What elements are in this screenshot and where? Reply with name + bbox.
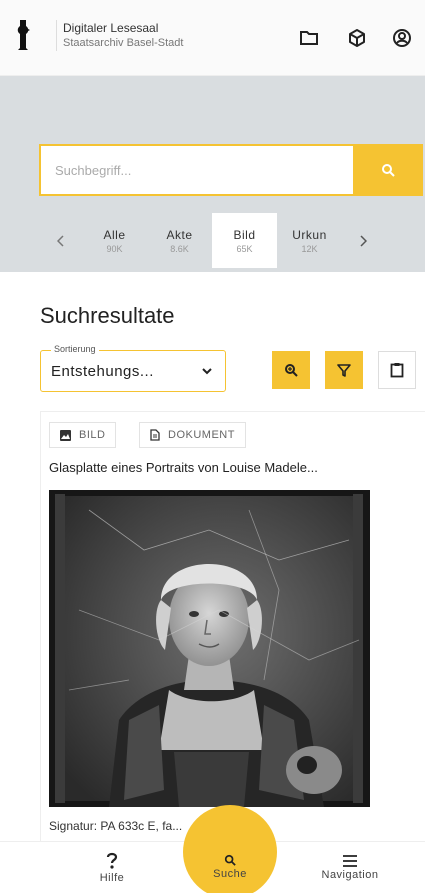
zoom-in-icon <box>285 364 298 377</box>
nav-navigation[interactable]: Navigation <box>300 842 400 893</box>
tab-label: Bild <box>233 227 256 242</box>
portrait-image[interactable] <box>49 490 370 807</box>
tab-count: 8.6K <box>170 243 189 254</box>
filter-icon <box>337 364 351 377</box>
tab-bild[interactable]: Bild 65K <box>212 213 277 268</box>
tab-alle[interactable]: Alle 90K <box>82 213 147 268</box>
search-icon <box>224 854 236 866</box>
tab-label: Urkun <box>292 227 327 242</box>
chevron-right-icon <box>360 234 367 247</box>
zoom-search-button[interactable] <box>272 351 310 389</box>
document-icon <box>150 429 160 441</box>
brand[interactable]: Digitaler Lesesaal Staatsarchiv Basel-St… <box>14 18 183 52</box>
basel-logo-icon <box>17 20 30 50</box>
tabs-next-button[interactable] <box>342 213 384 268</box>
chevron-left-icon <box>57 234 64 247</box>
sort-label: Sortierung <box>51 344 99 354</box>
search-bar <box>39 144 423 196</box>
sort-value: Entstehungs... <box>51 363 154 380</box>
tab-count: 65K <box>236 243 253 254</box>
menu-icon <box>343 855 357 867</box>
results-title: Suchresultate <box>40 303 175 328</box>
filter-button[interactable] <box>325 351 363 389</box>
tab-akte[interactable]: Akte 8.6K <box>147 213 212 268</box>
signatur-value: PA 633c E, fa... <box>100 819 183 833</box>
chip-document[interactable]: DOKUMENT <box>139 422 246 448</box>
tab-label: Akte <box>166 227 193 242</box>
signatur: Signatur: PA 633c E, fa... <box>49 819 182 833</box>
nav-navigation-label: Navigation <box>321 869 379 881</box>
clipboard-button[interactable] <box>378 351 416 389</box>
search-button[interactable] <box>353 144 423 196</box>
tabs-prev-button[interactable] <box>40 213 82 268</box>
folder-icon[interactable] <box>297 26 321 50</box>
result-title: Glasplatte eines Portraits von Louise Ma… <box>49 460 318 475</box>
chip-image[interactable]: BILD <box>49 422 117 448</box>
tab-count: 90K <box>106 243 123 254</box>
search-icon <box>382 164 395 177</box>
category-tabs: Alle 90K Akte 8.6K Bild 65K Urkun 12K <box>40 213 384 268</box>
app-subtitle: Staatsarchiv Basel-Stadt <box>63 36 184 49</box>
sort-select[interactable]: Sortierung Entstehungs... <box>40 344 226 392</box>
signatur-label: Signatur: <box>49 819 98 833</box>
user-circle-icon[interactable] <box>390 26 414 50</box>
app-header: Digitaler Lesesaal Staatsarchiv Basel-St… <box>0 0 425 76</box>
cube-icon[interactable] <box>345 26 369 50</box>
chip-image-label: BILD <box>79 429 106 441</box>
question-mark-icon <box>106 852 118 869</box>
tab-label: Alle <box>103 227 126 242</box>
chip-document-label: DOKUMENT <box>168 429 235 441</box>
tab-count: 12K <box>301 243 318 254</box>
tab-urkunde[interactable]: Urkun 12K <box>277 213 342 268</box>
nav-help[interactable]: Hilfe <box>82 842 142 893</box>
nav-help-label: Hilfe <box>99 872 125 884</box>
image-icon <box>60 429 71 441</box>
nav-search[interactable]: Suche <box>183 841 277 893</box>
search-input[interactable] <box>39 144 353 196</box>
clipboard-icon <box>390 363 404 378</box>
result-card[interactable]: BILD DOKUMENT Glasplatte eines Portraits… <box>40 411 425 841</box>
app-title: Digitaler Lesesaal <box>63 20 159 35</box>
chevron-down-icon <box>202 368 212 375</box>
brand-text: Digitaler Lesesaal Staatsarchiv Basel-St… <box>56 19 184 51</box>
nav-search-label: Suche <box>213 868 247 880</box>
